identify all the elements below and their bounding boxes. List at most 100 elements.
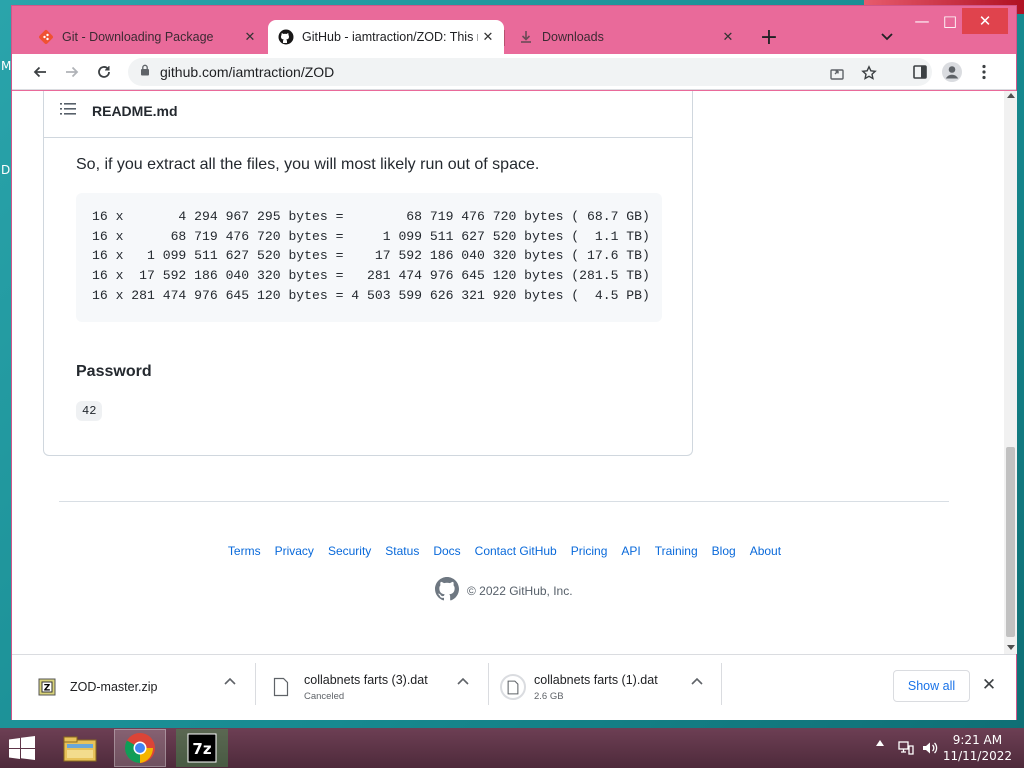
download-divider (488, 663, 489, 705)
close-tab-icon[interactable]: ✕ (478, 27, 498, 47)
clock-date: 11/11/2022 (942, 749, 1012, 763)
footer-link-training[interactable]: Training (655, 544, 698, 558)
tab-git-downloading[interactable]: Git - Downloading Package ✕ (28, 20, 266, 54)
bookmark-star-icon[interactable] (860, 64, 878, 82)
browser-toolbar: github.com/iamtraction/ZOD (12, 54, 1016, 90)
taskbar-clock[interactable]: 9:21 AM 11/11/2022 (943, 732, 1012, 764)
readme-paragraph: So, if you extract all the files, you wi… (76, 156, 540, 173)
new-tab-button[interactable]: + (756, 24, 782, 50)
taskbar: 7z 9:21 AM 11/11/2022 (0, 728, 1024, 768)
zip-file-icon: Z (36, 674, 58, 700)
file-icon (500, 674, 526, 700)
download-item-farts-3[interactable]: collabnets farts (3).dat Canceled (270, 661, 428, 713)
download-filename: collabnets farts (1).dat (534, 672, 658, 687)
footer-link-blog[interactable]: Blog (712, 544, 736, 558)
close-window-button[interactable]: ✕ (962, 8, 1008, 34)
tab-search-chevron-icon[interactable] (874, 24, 900, 50)
footer-link-contact[interactable]: Contact GitHub (475, 544, 557, 558)
scroll-up-arrow-icon[interactable] (1007, 93, 1015, 98)
footer-link-docs[interactable]: Docs (433, 544, 460, 558)
network-icon[interactable] (897, 740, 915, 756)
footer-copyright: © 2022 GitHub, Inc. (435, 577, 573, 604)
password-heading: Password (76, 362, 152, 380)
desktop-icon-label[interactable]: M (1, 59, 11, 73)
download-divider (255, 663, 256, 705)
git-icon (38, 29, 54, 45)
readme-header: README.md (44, 91, 692, 138)
github-icon (278, 29, 294, 45)
code-line: 16 x 68 719 476 720 bytes = 1 099 511 62… (92, 228, 650, 244)
footer-link-security[interactable]: Security (328, 544, 371, 558)
forward-arrow-icon[interactable] (58, 58, 86, 86)
scroll-down-arrow-icon[interactable] (1007, 645, 1015, 650)
footer-link-pricing[interactable]: Pricing (571, 544, 608, 558)
close-downloads-bar-icon[interactable]: ✕ (979, 675, 999, 695)
volume-icon[interactable] (921, 740, 939, 756)
clock-time: 9:21 AM (952, 733, 1003, 747)
download-icon (518, 29, 534, 45)
page-scrollbar[interactable] (1004, 91, 1017, 654)
show-all-button[interactable]: Show all (893, 670, 970, 702)
download-item-farts-1[interactable]: collabnets farts (1).dat 2.6 GB (500, 661, 658, 713)
code-line: 16 x 281 474 976 645 120 bytes = 4 503 5… (92, 287, 650, 303)
reload-icon[interactable] (90, 58, 118, 86)
chevron-up-icon[interactable] (455, 673, 471, 689)
download-status: Canceled (304, 690, 345, 702)
download-filename: ZOD-master.zip (70, 680, 158, 694)
menu-kebab-icon[interactable] (970, 58, 998, 86)
password-value: 42 (76, 400, 103, 421)
footer-link-status[interactable]: Status (385, 544, 419, 558)
tab-github-zod[interactable]: GitHub - iamtraction/ZOD: This r ✕ (268, 20, 504, 54)
download-divider (721, 663, 722, 705)
chevron-up-icon[interactable] (689, 673, 705, 689)
close-tab-icon[interactable]: ✕ (240, 27, 260, 47)
profile-avatar-icon[interactable] (938, 58, 966, 86)
desktop-icon-label[interactable]: D (1, 163, 10, 177)
footer-links: Terms Privacy Security Status Docs Conta… (12, 544, 1004, 558)
code-line: 16 x 17 592 186 040 320 bytes = 281 474 … (92, 268, 650, 284)
footer-divider (59, 501, 949, 502)
footer-link-privacy[interactable]: Privacy (275, 544, 314, 558)
7zip-taskbar-icon[interactable]: 7z (176, 729, 228, 767)
tab-label: Downloads (542, 30, 604, 44)
close-tab-icon[interactable]: ✕ (718, 27, 738, 47)
svg-text:Z: Z (44, 684, 51, 694)
copyright-text: © 2022 GitHub, Inc. (467, 583, 573, 598)
address-bar[interactable]: github.com/iamtraction/ZOD (128, 58, 932, 86)
github-logo-icon[interactable] (435, 577, 459, 604)
chrome-window: — □ ✕ Git - Downloading Package ✕ GitHub… (11, 5, 1017, 720)
downloads-bar: Z ZOD-master.zip collabnets farts (3).da… (12, 654, 1016, 720)
readme-body: So, if you extract all the files, you wi… (44, 156, 692, 421)
url-text[interactable]: github.com/iamtraction/ZOD (160, 64, 334, 80)
tab-label: Git - Downloading Package (62, 30, 214, 44)
scroll-thumb[interactable] (1006, 447, 1015, 637)
svg-text:7z: 7z (192, 740, 211, 758)
download-item-zod-master[interactable]: Z ZOD-master.zip (36, 661, 158, 713)
footer-link-about[interactable]: About (750, 544, 781, 558)
chevron-up-icon[interactable] (222, 673, 238, 689)
list-outline-icon[interactable] (60, 102, 76, 120)
tab-label: GitHub - iamtraction/ZOD: This r (302, 30, 478, 44)
back-arrow-icon[interactable] (26, 58, 54, 86)
tab-divider (504, 30, 505, 46)
share-icon[interactable] (828, 64, 846, 82)
side-panel-icon[interactable] (906, 58, 934, 86)
footer-link-terms[interactable]: Terms (228, 544, 261, 558)
tab-strip: — □ ✕ Git - Downloading Package ✕ GitHub… (12, 6, 1016, 54)
readme-container: README.md So, if you extract all the fil… (43, 91, 693, 456)
lock-icon[interactable] (140, 63, 150, 81)
readme-filename: README.md (92, 103, 178, 119)
tab-downloads[interactable]: Downloads ✕ (508, 20, 744, 54)
download-size: 2.6 GB (534, 690, 564, 702)
download-filename: collabnets farts (3).dat (304, 672, 428, 687)
page-content: README.md So, if you extract all the fil… (12, 91, 1004, 654)
show-hidden-icons-chevron-icon[interactable] (876, 740, 884, 746)
file-icon (270, 674, 292, 700)
code-line: 16 x 4 294 967 295 bytes = 68 719 476 72… (92, 209, 650, 224)
footer-link-api[interactable]: API (621, 544, 640, 558)
file-explorer-icon[interactable] (54, 729, 106, 767)
windows-start-icon[interactable] (8, 736, 38, 760)
chrome-taskbar-icon[interactable] (114, 729, 166, 767)
code-block: 16 x 4 294 967 295 bytes = 68 719 476 72… (76, 193, 662, 322)
code-line: 16 x 1 099 511 627 520 bytes = 17 592 18… (92, 248, 650, 264)
